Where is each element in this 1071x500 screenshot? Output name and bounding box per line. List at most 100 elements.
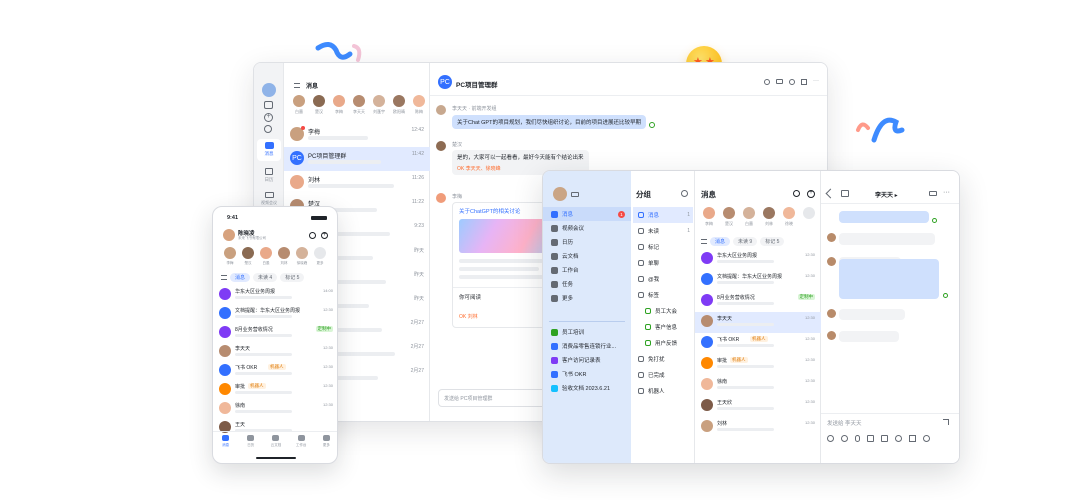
calendar-icon[interactable]	[801, 79, 807, 85]
conversation-item[interactable]: 文档提醒：华东大区业务周报 12:30	[695, 270, 821, 291]
group-item[interactable]: 标记	[633, 239, 693, 255]
bottom-nav-item[interactable]: 云文档	[266, 435, 286, 453]
sidebar-toggle-icon[interactable]	[841, 190, 849, 197]
search-icon[interactable]	[793, 190, 800, 197]
at-icon[interactable]	[895, 435, 902, 442]
group-item[interactable]: 用户反馈	[633, 335, 693, 351]
conversation-item[interactable]: 文档提醒：华东大区业务周报 12:30	[213, 304, 337, 323]
pinned-app[interactable]: 客户访问记录表	[543, 353, 631, 367]
avatar[interactable]	[262, 83, 276, 97]
rail-item-messages[interactable]: 消息	[257, 139, 281, 161]
more-icon[interactable]: ···	[813, 78, 819, 85]
contact-shortcut[interactable]: 楚汉	[310, 95, 328, 115]
add-icon[interactable]: +	[807, 190, 815, 198]
group-item[interactable]: 未读 1	[633, 223, 693, 239]
scissors-icon[interactable]	[867, 435, 874, 442]
tab-flagged[interactable]: 标记 5	[280, 273, 305, 282]
contact-shortcut[interactable]: 更多	[311, 247, 329, 266]
image-icon[interactable]	[881, 435, 888, 442]
filter-icon[interactable]	[701, 239, 707, 244]
conversation-item[interactable]: 刘林 11:26	[284, 171, 430, 195]
conversation-item[interactable]: 飞书 OKR 机器人 12:30	[213, 361, 337, 380]
contact-shortcut[interactable]: 徐晓	[779, 207, 799, 227]
contact-shortcut[interactable]: 陈梅	[410, 95, 428, 115]
group-item[interactable]: 员工大会	[633, 303, 693, 319]
conversation-item[interactable]: 华东大区业务周报 14:00	[213, 285, 337, 304]
mention-icon[interactable]	[841, 435, 848, 442]
message-input[interactable]: 发送给 李天天	[827, 419, 862, 427]
chat-title[interactable]: 李天天 ▸	[875, 190, 898, 199]
settings-icon[interactable]	[681, 190, 688, 197]
plus-icon[interactable]	[923, 435, 930, 442]
avatar[interactable]	[223, 229, 235, 241]
search-icon[interactable]	[309, 232, 316, 239]
pinned-app[interactable]: 员工培训	[543, 325, 631, 339]
conversation-item[interactable]: 飞书 OKR 机器人 12:30	[695, 333, 821, 354]
group-item[interactable]: 单聊	[633, 255, 693, 271]
conversation-item[interactable]: 徐南 12:30	[695, 375, 821, 396]
contact-shortcut[interactable]: 楚汉	[239, 247, 257, 266]
doc-reaction[interactable]: OK 刘林	[459, 313, 478, 320]
conversation-item[interactable]: 李天天 12:30	[213, 342, 337, 361]
font-icon[interactable]	[909, 435, 916, 442]
contact-shortcut[interactable]: 刘林	[275, 247, 293, 266]
tab-unread[interactable]: 未读 4	[253, 273, 278, 282]
conversation-item[interactable]: 李梅 12:42	[284, 123, 430, 147]
conversation-item[interactable]: 审批 机器人 12:30	[213, 380, 337, 399]
tab-messages[interactable]: 消息	[710, 237, 731, 246]
contact-shortcut[interactable]: 李梅	[699, 207, 719, 227]
contact-shortcut[interactable]: 欧阳晴	[390, 95, 408, 115]
emoji-icon[interactable]	[827, 435, 834, 442]
contact-shortcut[interactable]: 刘蓬宇	[370, 95, 388, 115]
add-icon[interactable]: +	[264, 113, 273, 122]
avatar[interactable]	[553, 187, 567, 201]
group-item[interactable]: 已完成	[633, 367, 693, 383]
contact-shortcut[interactable]: 楚汉	[719, 207, 739, 227]
pinned-app[interactable]: 飞书 OKR	[543, 367, 631, 381]
contact-shortcut[interactable]: 白墨	[290, 95, 308, 115]
pinned-app[interactable]: 消费品零售连锁行业...	[543, 339, 631, 353]
contact-shortcut[interactable]: 李天天	[350, 95, 368, 115]
contact-shortcut[interactable]: 李梅	[221, 247, 239, 266]
conversation-item[interactable]: PC PC项目管理群 11:42	[284, 147, 430, 171]
add-icon[interactable]: +	[321, 232, 328, 239]
bottom-nav-item[interactable]: 消息	[216, 435, 236, 453]
video-call-icon[interactable]	[776, 79, 783, 84]
contact-shortcut[interactable]: 白墨	[739, 207, 759, 227]
nav-item[interactable]: 更多	[543, 291, 631, 305]
switch-icon[interactable]	[571, 192, 579, 197]
compose-icon[interactable]	[264, 101, 273, 109]
filter-icon[interactable]	[221, 275, 227, 280]
bottom-nav-item[interactable]: 日历	[241, 435, 261, 453]
tab-flagged[interactable]: 标记 5	[760, 237, 785, 246]
pinned-app[interactable]: 验收文档 2023.6.21	[543, 381, 631, 395]
nav-item[interactable]: 任务	[543, 277, 631, 291]
conversation-item[interactable]: 李天天 12:30	[695, 312, 821, 333]
nav-item[interactable]: 视频会议	[543, 221, 631, 235]
more-icon[interactable]: ···	[943, 189, 950, 196]
nav-item[interactable]: 工作台	[543, 263, 631, 277]
add-member-icon[interactable]	[789, 79, 795, 85]
more-contacts[interactable]	[799, 207, 819, 219]
group-item[interactable]: 免打扰	[633, 351, 693, 367]
list-menu-icon[interactable]	[294, 83, 300, 88]
contact-shortcut[interactable]: 白墨	[257, 247, 275, 266]
expand-icon[interactable]	[943, 419, 949, 425]
nav-item[interactable]: 日历	[543, 235, 631, 249]
collapse-icon[interactable]	[825, 188, 836, 199]
conversation-item[interactable]: 刘林 12:30	[695, 417, 821, 438]
group-item[interactable]: 机器人	[633, 383, 693, 399]
bottom-nav-item[interactable]: 工作台	[291, 435, 311, 453]
conversation-item[interactable]: 徐南 12:30	[213, 399, 337, 418]
chat-bubble-icon[interactable]	[764, 79, 770, 85]
group-item[interactable]: 客户信息	[633, 319, 693, 335]
rail-item-calendar[interactable]: 日历	[257, 165, 281, 187]
contact-shortcut[interactable]: 李梅	[330, 95, 348, 115]
tab-messages[interactable]: 消息	[230, 273, 251, 282]
video-call-icon[interactable]	[929, 191, 937, 196]
group-item[interactable]: 标签	[633, 287, 693, 303]
group-item[interactable]: 消息 1	[633, 207, 693, 223]
contact-shortcut[interactable]: 徐晓峰	[293, 247, 311, 266]
nav-item[interactable]: 消息 1	[543, 207, 631, 221]
conversation-item[interactable]: 8月业务营收情况 定制中	[695, 291, 821, 312]
